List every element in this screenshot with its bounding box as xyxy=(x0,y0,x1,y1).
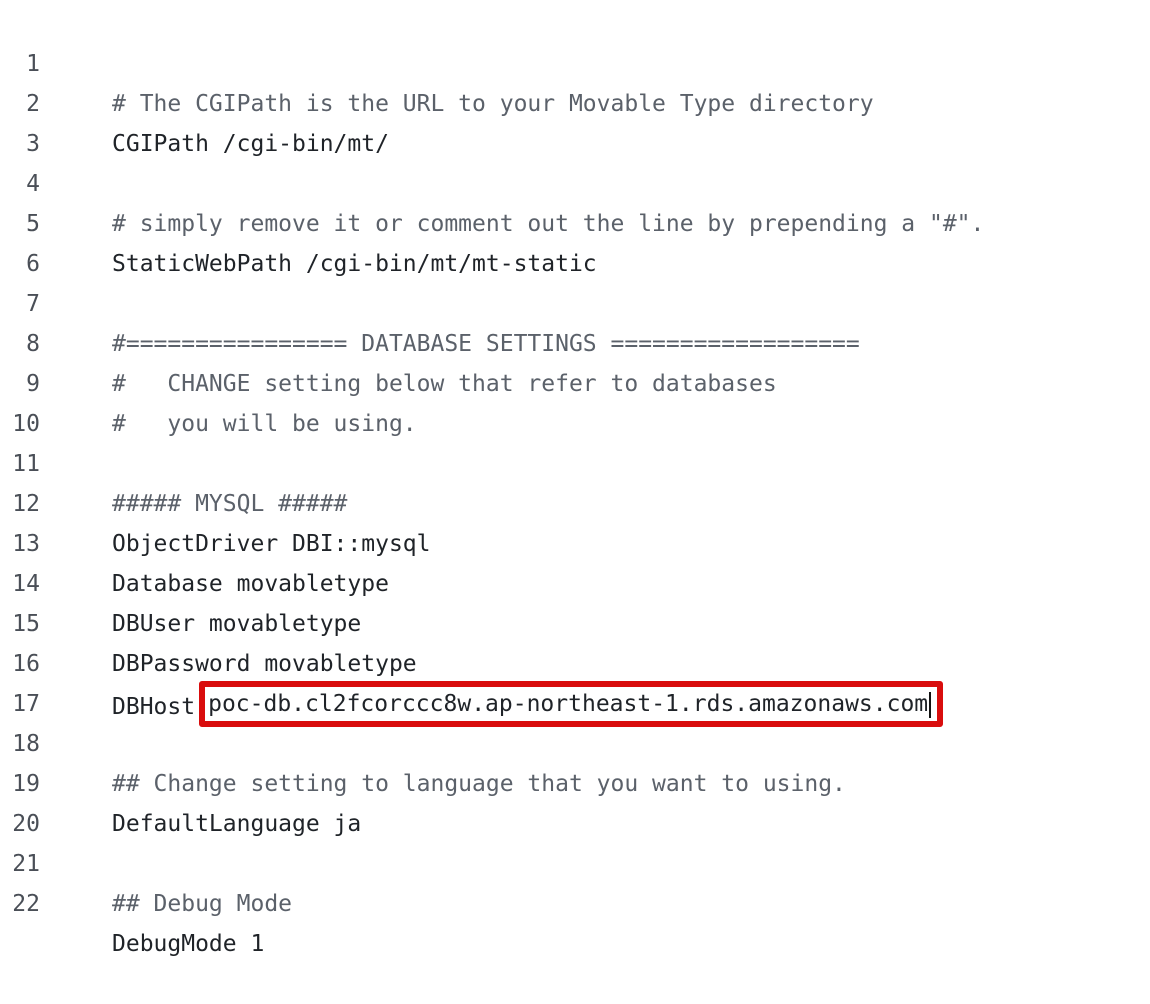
code-line: 10 xyxy=(0,364,1150,437)
code-line: 2 CGIPath /cgi-bin/mt/ xyxy=(0,44,1150,157)
code-line: 5 StaticWebPath /cgi-bin/mt/mt-static xyxy=(0,164,1150,277)
code-text[interactable]: DebugMode 1 xyxy=(112,924,264,964)
code-line: 3 xyxy=(0,84,1150,157)
code-line: 17 xyxy=(0,644,1150,717)
code-line: 6 xyxy=(0,204,1150,277)
code-line: 12 ObjectDriver DBI::mysql xyxy=(0,444,1150,557)
code-line: 19 DefaultLanguage ja xyxy=(0,724,1150,837)
code-line: 13 Database movabletype xyxy=(0,484,1150,597)
code-line: 11 ##### MYSQL ##### xyxy=(0,404,1150,517)
code-line: 20 xyxy=(0,764,1150,837)
code-line: 18 ## Change setting to language that yo… xyxy=(0,684,1150,797)
code-line: 14 DBUser movabletype xyxy=(0,524,1150,637)
code-line: 7 #================ DATABASE SETTINGS ==… xyxy=(0,244,1150,357)
code-line: 8 # CHANGE setting below that refer to d… xyxy=(0,284,1150,397)
code-line: 22 DebugMode 1 xyxy=(0,844,1150,957)
code-editor[interactable]: 1 # The CGIPath is the URL to your Movab… xyxy=(0,4,1150,957)
code-line: 15 DBPassword movabletype xyxy=(0,564,1150,677)
code-line: 21 ## Debug Mode xyxy=(0,804,1150,917)
line-number: 22 xyxy=(12,891,40,917)
code-line: 9 # you will be using. xyxy=(0,324,1150,437)
code-text[interactable]: ## Debug Mode xyxy=(112,884,292,924)
code-line: 16 DBHost poc-db.cl2fcorccc8w.ap-northeas… xyxy=(0,604,1150,727)
code-line: 1 # The CGIPath is the URL to your Movab… xyxy=(0,4,1150,117)
code-line: 4 # simply remove it or comment out the … xyxy=(0,124,1150,237)
